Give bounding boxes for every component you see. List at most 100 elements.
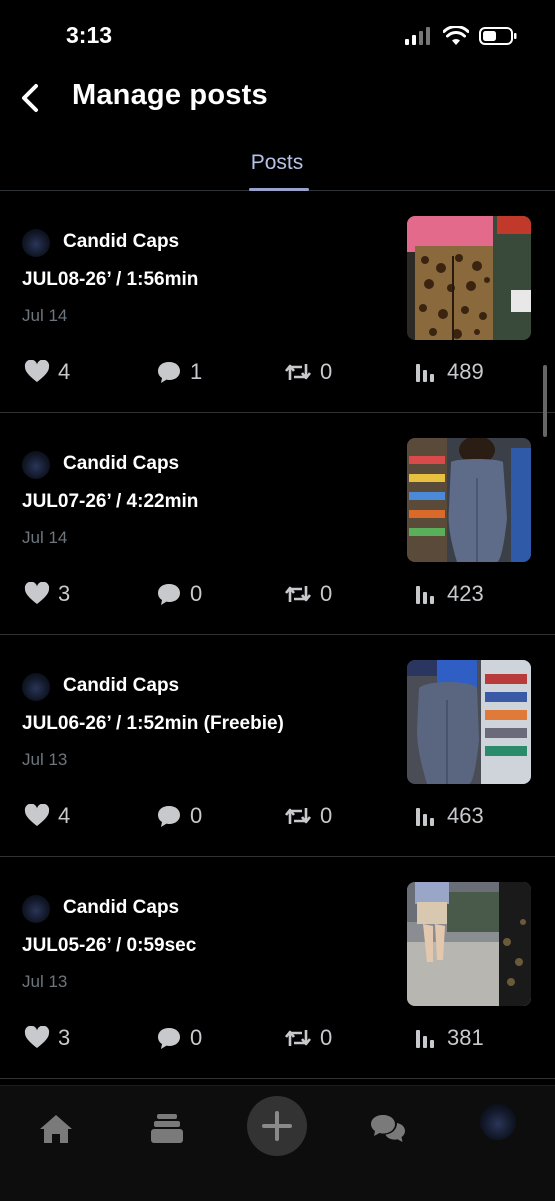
likes-stat[interactable]: 3 [24,1025,70,1051]
replies-count: 0 [190,1025,203,1050]
status-time: 3:13 [66,22,113,48]
replies-stat[interactable]: 1 [156,359,202,385]
reposts-count: 0 [320,1025,333,1050]
likes-stat[interactable]: 4 [24,359,70,385]
feed-tab[interactable] [141,1103,193,1155]
post-stats: 3 0 0 423 [0,581,555,611]
post-item[interactable]: Candid Caps JUL06-26’ / 1:52min (Freebie… [0,635,555,857]
reposts-stat[interactable]: 0 [284,359,332,385]
analytics-icon [416,1030,434,1048]
post-author: Candid Caps [63,675,180,696]
likes-stat[interactable]: 4 [24,803,70,829]
feed-icon [151,1114,183,1143]
views-stat[interactable]: 423 [415,581,484,607]
compose-button[interactable] [247,1096,307,1156]
repost-icon [284,1030,312,1046]
post-stats: 4 0 0 463 [0,803,555,833]
post-title: JUL06-26’ / 1:52min (Freebie) [22,713,284,734]
post-stats: 3 0 0 381 [0,1025,555,1055]
repost-icon [284,586,312,602]
likes-count: 3 [58,1025,71,1050]
views-count: 489 [447,359,484,384]
post-thumbnail[interactable] [407,660,531,784]
post-thumbnail[interactable] [407,882,531,1006]
repost-icon [284,808,312,824]
post-date: Jul 13 [22,750,68,769]
post-stats: 4 1 0 489 [0,359,555,389]
reposts-count: 0 [320,359,333,384]
likes-count: 4 [58,803,71,828]
replies-count: 0 [190,581,203,606]
home-tab[interactable] [30,1103,82,1155]
post-title: JUL05-26’ / 0:59sec [22,935,197,956]
battery-icon [479,27,517,45]
post-thumbnail[interactable] [407,438,531,562]
analytics-icon [416,808,434,826]
cellular-signal-icon [405,27,430,45]
tab-posts[interactable]: Posts [233,140,321,191]
views-count: 463 [447,803,484,828]
avatar [22,895,50,923]
page-title: Manage posts [72,79,268,111]
analytics-icon [416,364,434,382]
comment-icon [158,806,180,827]
replies-stat[interactable]: 0 [156,803,202,829]
views-count: 381 [447,1025,484,1050]
reposts-stat[interactable]: 0 [284,1025,332,1051]
comment-icon [158,1028,180,1049]
post-thumbnail[interactable] [407,216,531,340]
post-date: Jul 14 [22,306,68,325]
avatar [22,451,50,479]
tab-label: Posts [250,151,304,174]
repost-icon [284,364,312,380]
replies-stat[interactable]: 0 [156,1025,202,1051]
avatar [22,229,50,257]
reposts-stat[interactable]: 0 [284,803,332,829]
bottom-nav [0,1085,555,1201]
heart-icon [24,360,50,382]
post-item[interactable]: Candid Caps JUL05-26’ / 0:59sec Jul 13 3 [0,857,555,1079]
profile-avatar[interactable] [480,1104,516,1140]
heart-icon [24,804,50,826]
scrollbar[interactable] [543,365,547,437]
post-item[interactable]: Candid Caps JUL07-26’ / 4:22min Jul 14 3 [0,413,555,635]
status-bar: 3:13 [0,0,555,70]
tab-bar: Posts [0,140,555,191]
heart-icon [24,582,50,604]
wifi-icon [443,26,469,45]
chevron-left-icon [22,84,38,112]
reposts-count: 0 [320,581,333,606]
posts-list: Candid Caps JUL08-26’ / 1:56min Jul 14 4… [0,191,555,1079]
views-stat[interactable]: 463 [415,803,484,829]
post-date: Jul 13 [22,972,68,991]
reposts-count: 0 [320,803,333,828]
post-author: Candid Caps [63,231,180,252]
header: Manage posts [0,70,555,126]
likes-count: 3 [58,581,71,606]
likes-count: 4 [58,359,71,384]
replies-stat[interactable]: 0 [156,581,202,607]
analytics-icon [416,586,434,604]
post-author: Candid Caps [63,453,180,474]
compose-icon [262,1111,292,1141]
avatar [22,673,50,701]
back-button[interactable] [14,78,50,118]
comment-icon [158,584,180,605]
comment-icon [158,362,180,383]
post-item[interactable]: Candid Caps JUL08-26’ / 1:56min Jul 14 4… [0,191,555,413]
replies-count: 0 [190,803,203,828]
reposts-stat[interactable]: 0 [284,581,332,607]
status-icons [405,26,517,46]
messages-icon [371,1115,405,1142]
post-title: JUL08-26’ / 1:56min [22,269,199,290]
views-stat[interactable]: 381 [415,1025,484,1051]
post-title: JUL07-26’ / 4:22min [22,491,199,512]
post-date: Jul 14 [22,528,68,547]
views-count: 423 [447,581,484,606]
views-stat[interactable]: 489 [415,359,484,385]
home-icon [40,1115,72,1143]
post-author: Candid Caps [63,897,180,918]
messages-tab[interactable] [362,1103,414,1155]
likes-stat[interactable]: 3 [24,581,70,607]
replies-count: 1 [190,359,203,384]
